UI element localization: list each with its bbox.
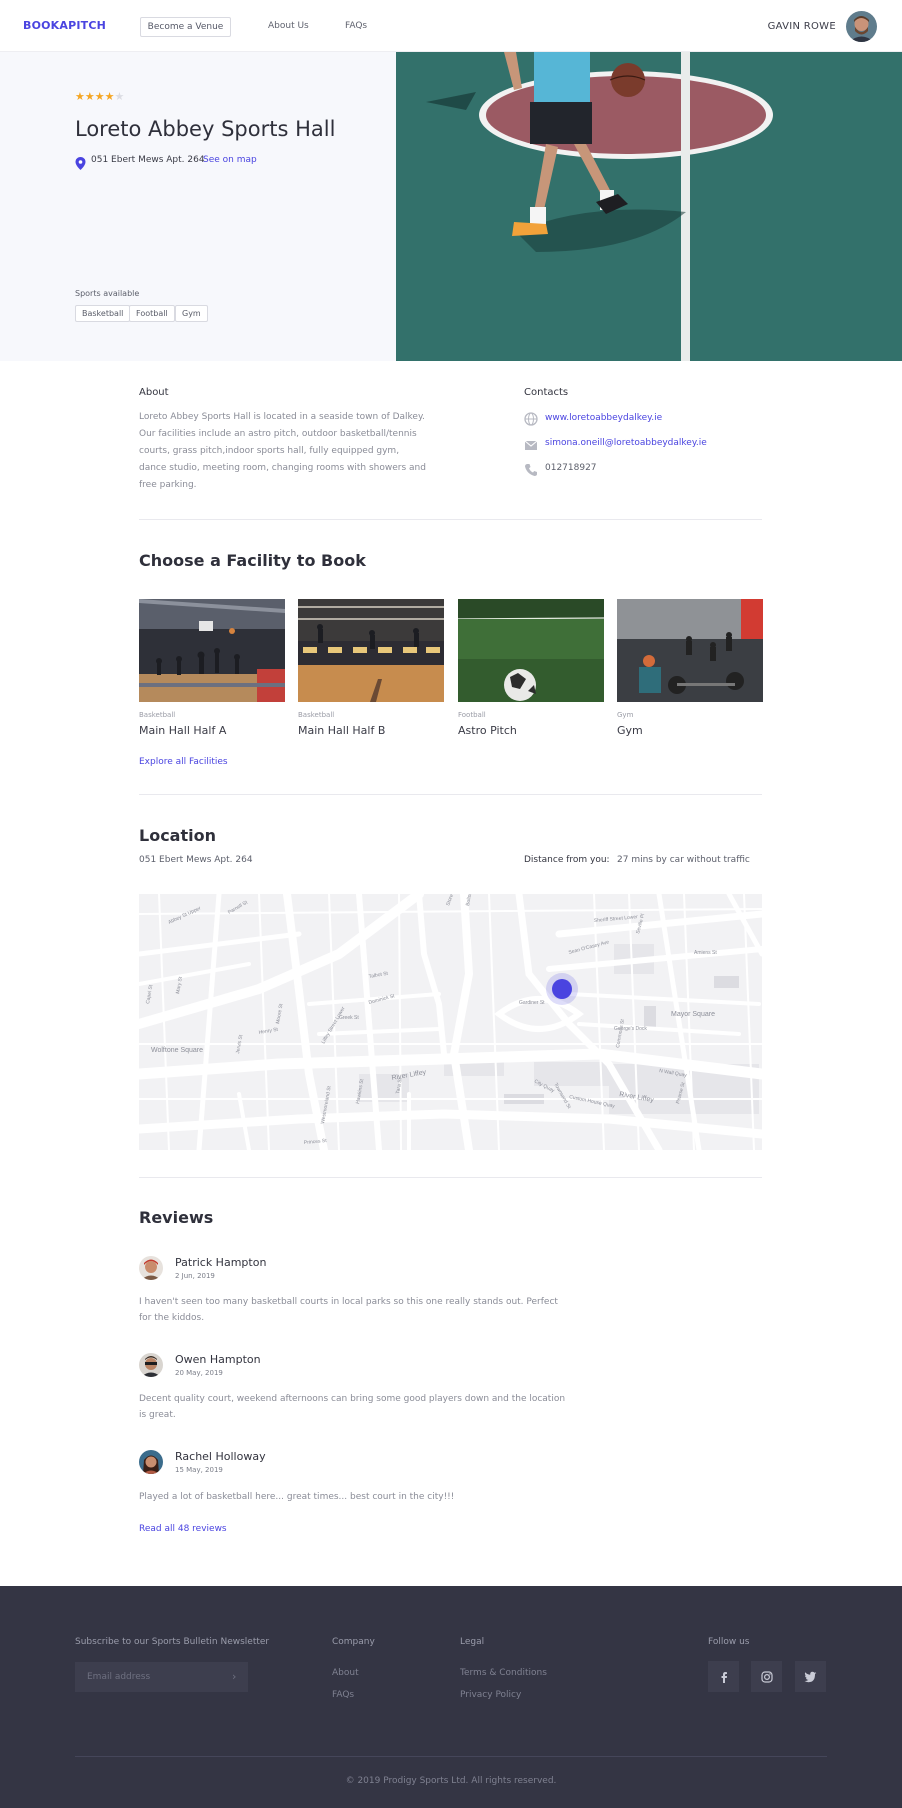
facility-category: Basketball xyxy=(139,711,176,719)
footer-link-about[interactable]: About xyxy=(332,1668,359,1678)
sport-chip-basketball[interactable]: Basketball xyxy=(75,305,131,322)
sports-available-label: Sports available xyxy=(75,289,140,298)
reviewer-avatar xyxy=(139,1450,163,1474)
sport-chip-football[interactable]: Football xyxy=(129,305,175,322)
see-on-map-link[interactable]: See on map xyxy=(203,155,257,165)
reviewer-name: Patrick Hampton xyxy=(175,1256,267,1269)
user-avatar[interactable] xyxy=(846,11,877,42)
rating-stars: ★★★★★ xyxy=(75,90,124,103)
reviewer-name: Rachel Holloway xyxy=(175,1450,266,1463)
facility-image-gym[interactable] xyxy=(617,599,763,702)
review-date: 15 May, 2019 xyxy=(175,1466,223,1474)
reviewer-name: Owen Hampton xyxy=(175,1353,261,1366)
phone-number: 012718927 xyxy=(545,463,597,473)
copyright-text: © 2019 Prodigy Sports Ltd. All rights re… xyxy=(345,1776,557,1786)
section-divider xyxy=(139,794,762,795)
review-text: Decent quality court, weekend afternoons… xyxy=(139,1394,566,1420)
facility-name[interactable]: Main Hall Half A xyxy=(139,724,226,737)
hero-basketball-court-image xyxy=(396,52,902,361)
globe-icon xyxy=(524,411,538,426)
location-map[interactable]: Wolftone Square Mayor Square River Liffey R… xyxy=(139,894,762,1150)
site-footer xyxy=(0,1586,902,1808)
section-divider xyxy=(139,519,762,520)
chevron-right-icon[interactable]: › xyxy=(232,1670,236,1683)
explore-facilities-link[interactable]: Explore all Facilities xyxy=(139,757,228,767)
map-street-label: Amiens St xyxy=(694,950,717,956)
map-street-label: Gardiner St xyxy=(519,1000,545,1006)
sport-chip-gym[interactable]: Gym xyxy=(175,305,208,322)
read-all-reviews-link[interactable]: Read all 48 reviews xyxy=(139,1524,227,1534)
facility-category: Gym xyxy=(617,711,634,719)
review-text: Played a lot of basketball here... great… xyxy=(139,1492,455,1502)
reviews-heading: Reviews xyxy=(139,1208,214,1227)
facility-image-main-hall-b[interactable] xyxy=(298,599,444,702)
user-name[interactable]: GAVIN ROWE xyxy=(768,21,836,32)
phone-icon xyxy=(524,462,538,476)
map-street-label: Greek St xyxy=(339,1015,359,1021)
distance-label: Distance from you: xyxy=(524,855,610,865)
facility-name[interactable]: Gym xyxy=(617,724,643,737)
review-date: 20 May, 2019 xyxy=(175,1369,223,1377)
location-heading: Location xyxy=(139,826,216,845)
facebook-icon[interactable] xyxy=(708,1661,739,1692)
map-street-label: Mayor Square xyxy=(671,1011,715,1018)
facility-category: Basketball xyxy=(298,711,335,719)
section-divider xyxy=(139,1177,762,1178)
star-filled-icon: ★ xyxy=(84,90,95,103)
star-filled-icon: ★ xyxy=(104,90,115,103)
twitter-icon[interactable] xyxy=(795,1661,826,1692)
footer-link-terms[interactable]: Terms & Conditions xyxy=(460,1668,547,1678)
star-filled-icon: ★ xyxy=(75,90,85,103)
about-text: Loreto Abbey Sports Hall is located in a… xyxy=(139,412,426,490)
legal-heading: Legal xyxy=(460,1637,485,1647)
email-link[interactable]: simona.oneill@loretoabbeydalkey.ie xyxy=(545,438,707,448)
venue-title: Loreto Abbey Sports Hall xyxy=(75,117,336,141)
follow-us-heading: Follow us xyxy=(708,1637,750,1647)
email-icon xyxy=(524,437,538,451)
location-address: 051 Ebert Mews Apt. 264 xyxy=(139,855,253,865)
newsletter-label: Subscribe to our Sports Bulletin Newslet… xyxy=(75,1637,270,1647)
star-empty-icon: ★ xyxy=(114,90,125,103)
distance-value: 27 mins by car without traffic xyxy=(617,855,750,865)
map-marker[interactable] xyxy=(552,979,572,999)
footer-divider xyxy=(75,1756,827,1757)
website-link[interactable]: www.loretoabbeydalkey.ie xyxy=(545,413,662,423)
become-venue-button[interactable]: Become a Venue xyxy=(140,17,231,37)
facility-name[interactable]: Main Hall Half B xyxy=(298,724,385,737)
reviewer-avatar xyxy=(139,1353,163,1377)
map-street-label: Wolftone Square xyxy=(151,1047,203,1054)
about-heading: About xyxy=(139,387,169,398)
nav-faqs[interactable]: FAQs xyxy=(345,21,367,31)
location-pin-icon xyxy=(75,155,86,170)
star-filled-icon: ★ xyxy=(94,90,105,103)
newsletter-email-input[interactable]: Email address xyxy=(75,1662,248,1692)
instagram-icon[interactable] xyxy=(751,1661,782,1692)
review-date: 2 Jun, 2019 xyxy=(175,1272,215,1280)
logo[interactable]: BOOKAPITCH xyxy=(23,19,106,32)
facilities-heading: Choose a Facility to Book xyxy=(139,551,366,570)
facility-image-main-hall-a[interactable] xyxy=(139,599,285,702)
reviewer-avatar xyxy=(139,1256,163,1280)
footer-link-privacy[interactable]: Privacy Policy xyxy=(460,1690,521,1700)
review-text: I haven't seen too many basketball court… xyxy=(139,1297,558,1323)
nav-about-us[interactable]: About Us xyxy=(268,21,309,31)
facility-image-astro-pitch[interactable] xyxy=(458,599,604,702)
company-heading: Company xyxy=(332,1637,375,1647)
contacts-heading: Contacts xyxy=(524,387,569,398)
facility-category: Football xyxy=(458,711,486,719)
footer-link-faqs[interactable]: FAQs xyxy=(332,1690,354,1700)
facility-name[interactable]: Astro Pitch xyxy=(458,724,517,737)
venue-address: 051 Ebert Mews Apt. 264 xyxy=(91,155,205,165)
